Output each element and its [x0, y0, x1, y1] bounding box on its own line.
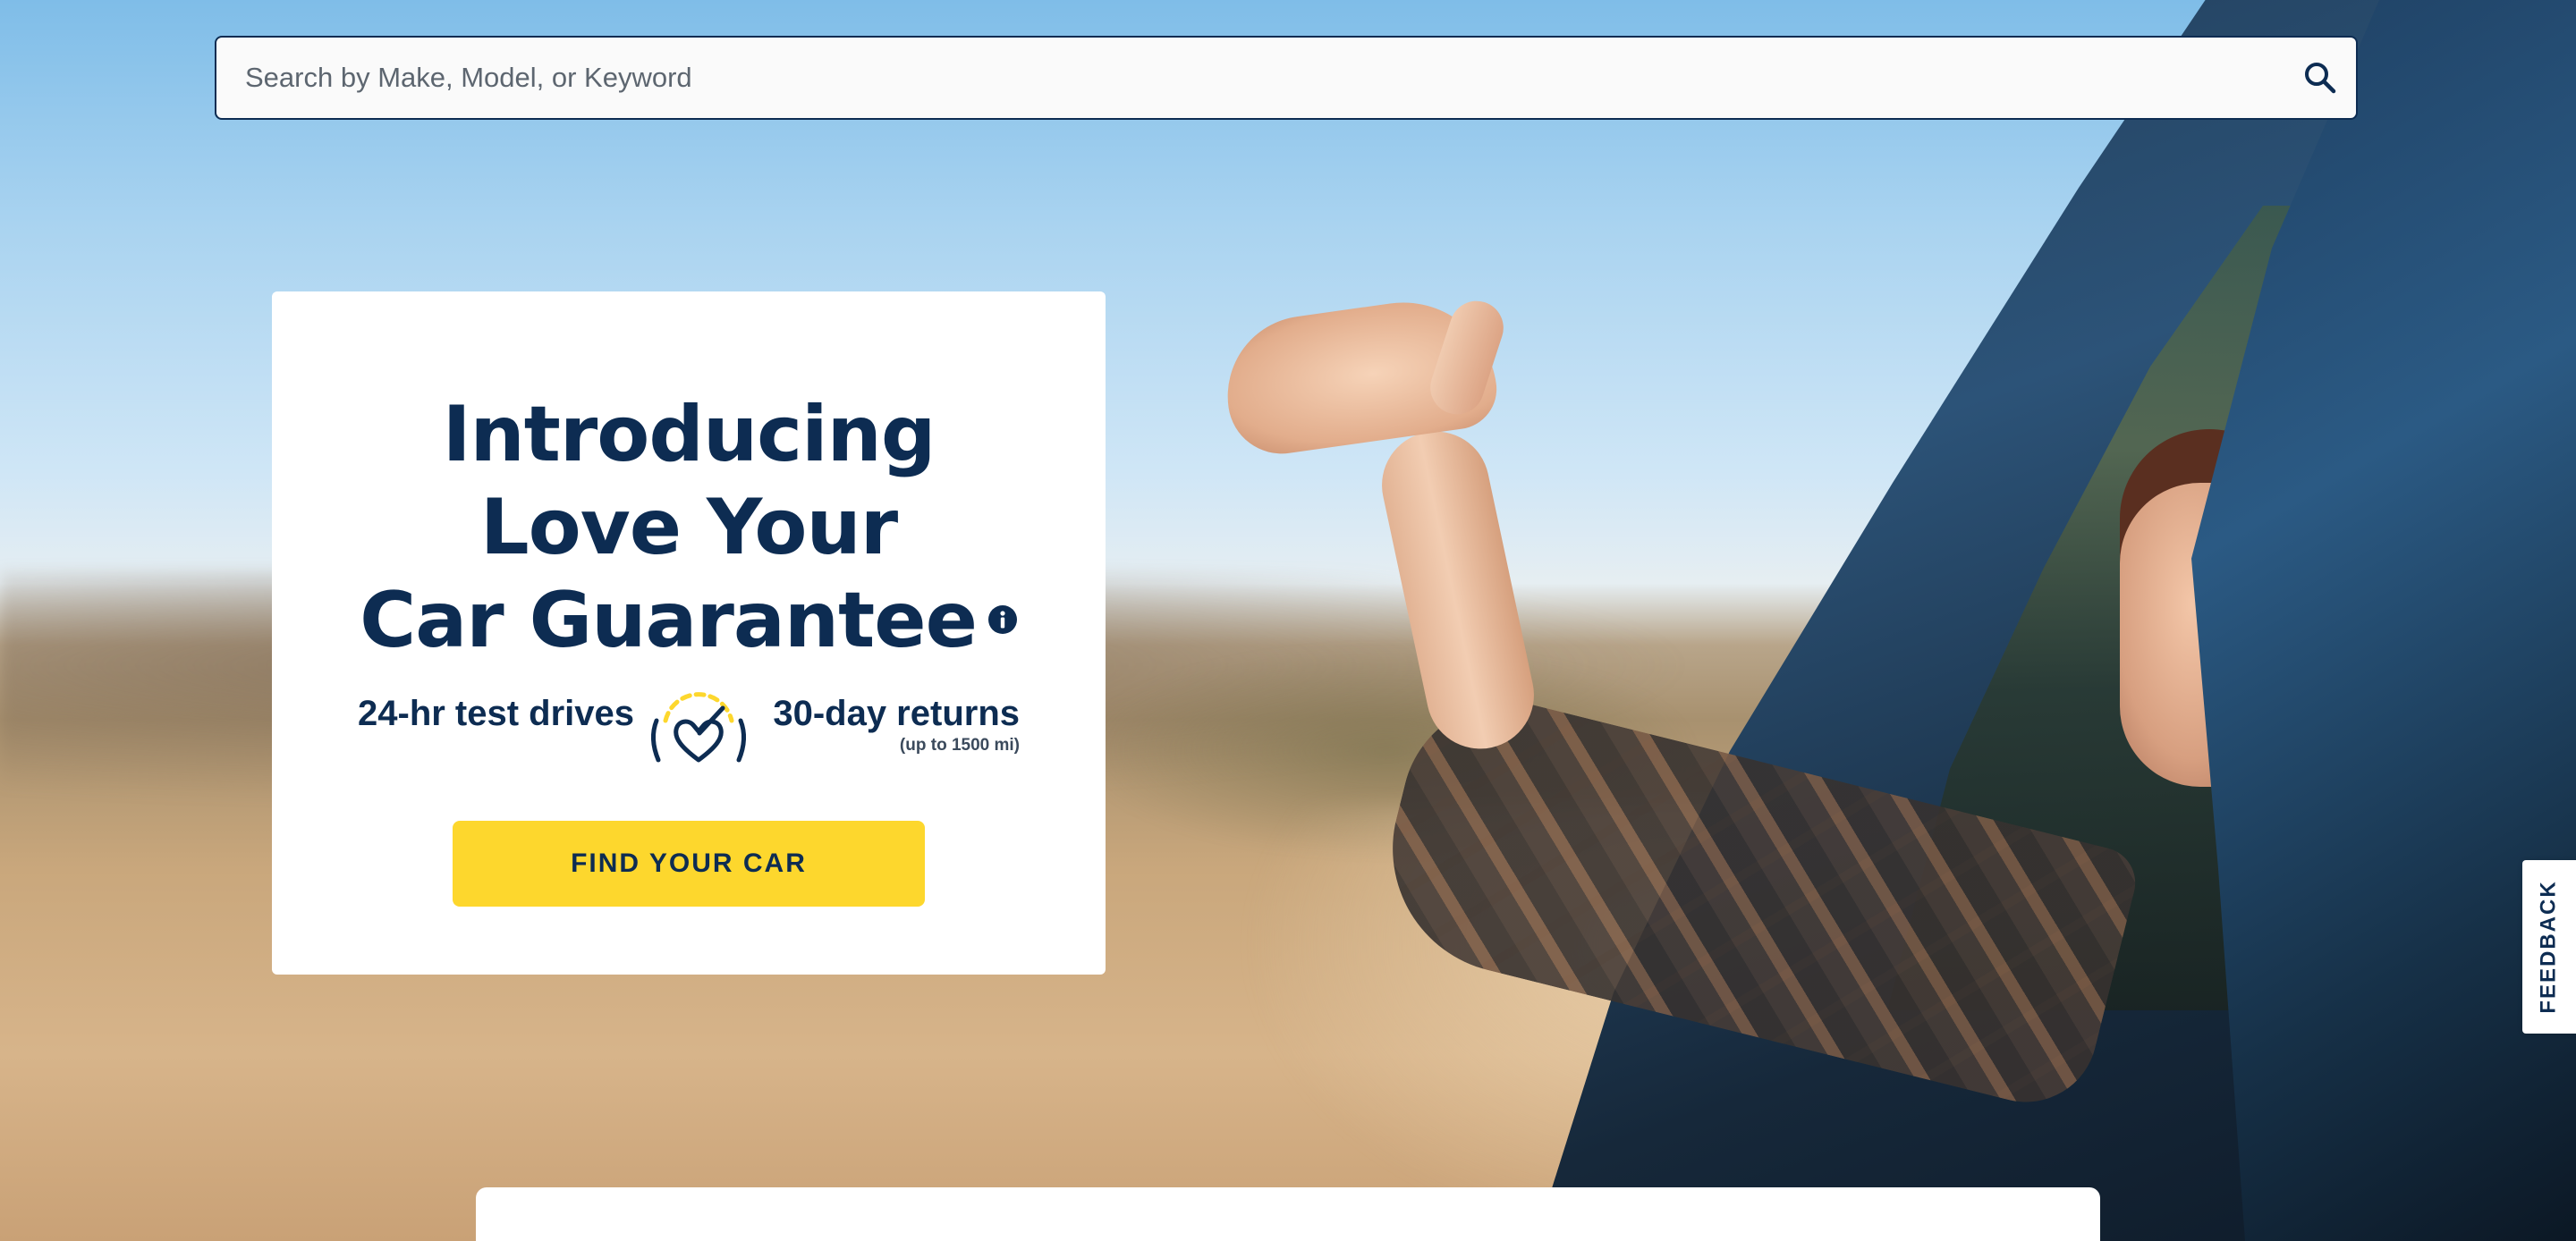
feature-returns: 30-day returns (up to 1500 mi) [773, 694, 1020, 756]
find-your-car-button[interactable]: FIND YOUR CAR [453, 821, 925, 907]
page: Introducing Love Your Car Guarantee 24-h… [0, 0, 2576, 1241]
search-icon [2305, 63, 2336, 94]
feature-returns-note: (up to 1500 mi) [899, 736, 1020, 755]
search-bar [215, 36, 2358, 120]
headline-line-3-text: Car Guarantee [360, 576, 978, 665]
headline-line-2: Love Your [479, 483, 898, 572]
search-button[interactable] [2284, 38, 2356, 118]
bottom-panel [476, 1187, 2100, 1241]
feature-returns-label: 30-day returns [773, 694, 1020, 733]
feature-test-drives: 24-hr test drives [358, 694, 635, 733]
promo-card: Introducing Love Your Car Guarantee 24-h… [272, 291, 1106, 975]
heart-speedometer-icon [651, 692, 746, 763]
feedback-tab[interactable]: FEEDBACK [2522, 860, 2576, 1034]
info-icon[interactable] [987, 604, 1018, 635]
feedback-label: FEEDBACK [2537, 880, 2561, 1014]
promo-headline: Introducing Love Your Car Guarantee [272, 388, 1106, 667]
promo-features: 24-hr test drives 30-day returns (up to … [358, 685, 1020, 783]
search-input[interactable] [216, 38, 2284, 118]
headline-line-3: Car Guarantee [272, 574, 1106, 667]
headline-line-1: Introducing [442, 390, 936, 479]
